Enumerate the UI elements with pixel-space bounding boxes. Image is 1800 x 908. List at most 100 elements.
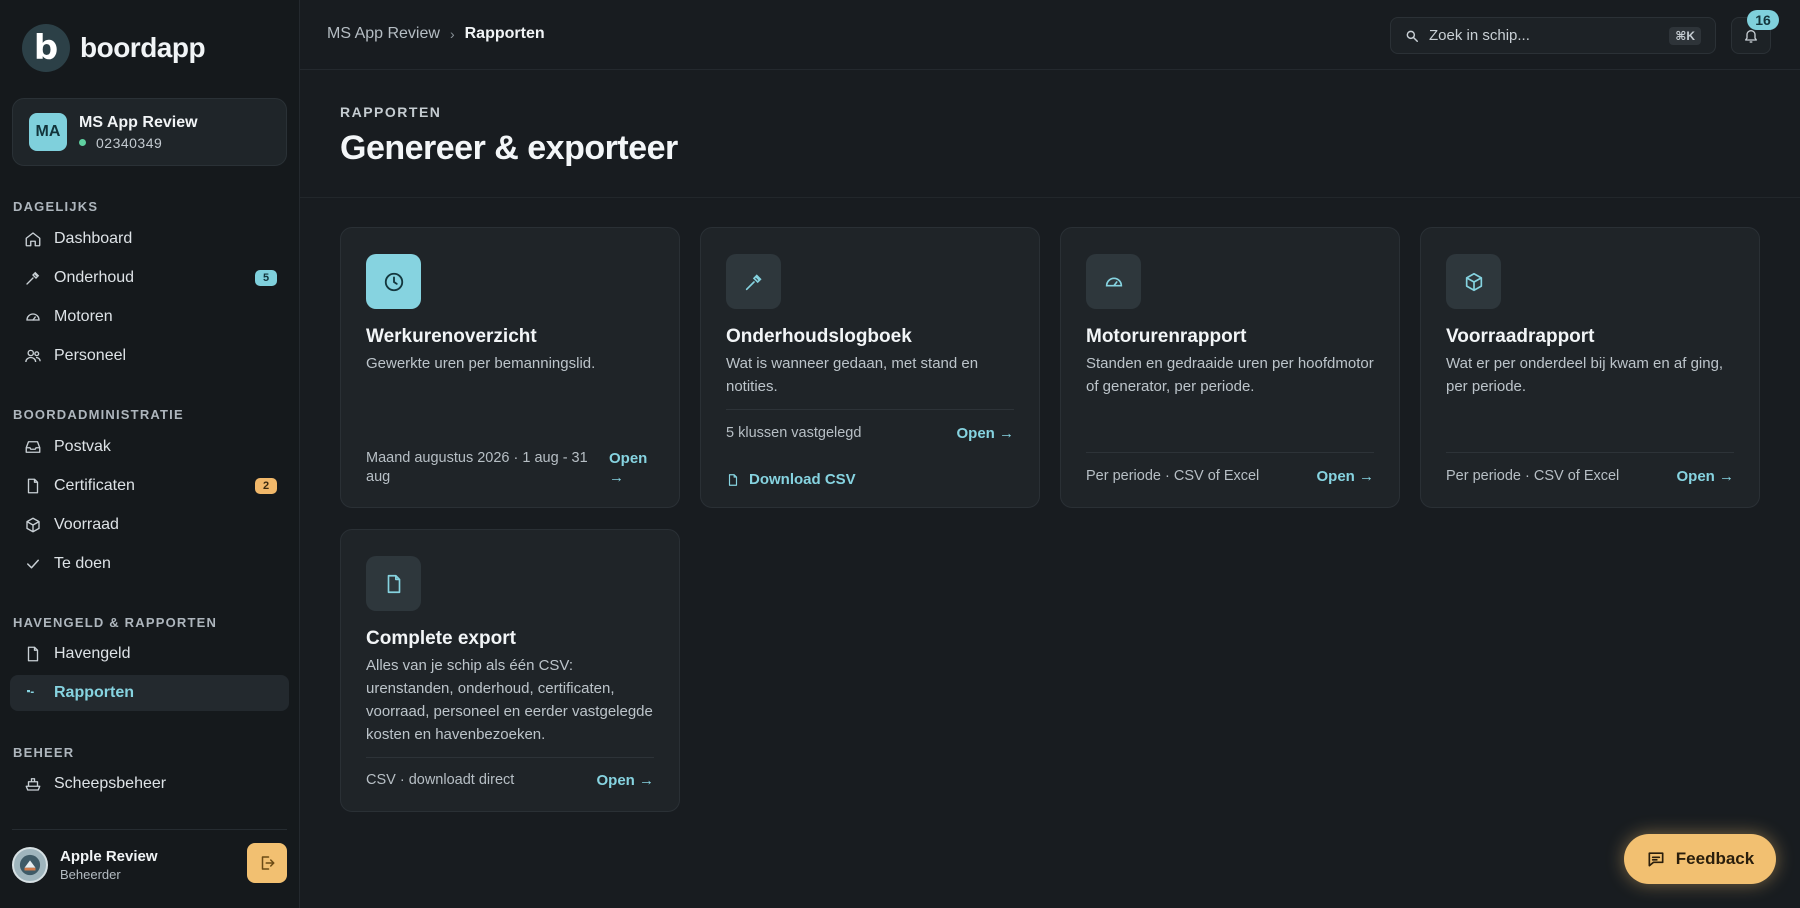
file-icon [27,646,39,662]
logo-mark-icon: b [22,24,70,72]
users-icon [25,349,41,363]
card-divider [1446,452,1734,453]
card-meta: Per periode · CSV of Excel [1086,468,1260,484]
download-csv-button[interactable]: Download CSV [726,471,856,488]
logout-button[interactable] [247,843,287,883]
vessel-avatar: MA [29,113,67,151]
vessel-switcher[interactable]: MA MS App Review 02340349 [12,98,287,166]
report-card-motoruren[interactable]: Motorurenrapport Standen en gedraaide ur… [1060,227,1400,508]
breadcrumb-vessel[interactable]: MS App Review [327,25,440,43]
sidebar-item-rapporten[interactable]: Rapporten [10,675,289,711]
chat-icon [1648,852,1664,867]
download-label: Download CSV [749,471,856,488]
card-divider [366,757,654,758]
user-profile: Apple Review Beheerder [12,843,287,887]
card-meta: Per periode · CSV of Excel [1446,468,1620,484]
feedback-label: Feedback [1675,849,1755,868]
open-link[interactable]: Open → [956,424,1014,443]
status-dot [79,139,86,146]
count-badge: 5 [255,270,277,286]
report-card-voorraad[interactable]: Voorraadrapport Wat er per onderdeel bij… [1420,227,1760,508]
vessel-name: MS App Review [79,113,198,131]
card-title: Voorraadrapport [1446,326,1595,347]
home-icon [25,232,41,247]
open-link[interactable]: Open → [1676,467,1734,486]
card-icon [366,556,421,611]
sidebar-item-label: Personeel [54,347,127,364]
breadcrumb: MS App Review › Rapporten [327,25,545,43]
card-description: Alles van je schip als één CSV: urenstan… [366,657,653,743]
card-title: Onderhoudslogboek [726,326,912,347]
breadcrumb-current: Rapporten [464,25,545,42]
sidebar-divider [12,829,287,830]
card-description: Standen en gedraaide uren per hoofdmotor… [1086,355,1374,395]
sidebar-item-label: Voorraad [54,516,119,533]
search-icon [1406,30,1418,42]
report-card-complete-export[interactable]: Complete export Alles van je schip als é… [340,529,680,812]
section-label-dagelijks: DAGELIJKS [13,199,99,214]
chart-icon [27,690,34,693]
app-logo[interactable]: b boordapp [22,24,206,72]
report-card-werkuren[interactable]: Werkurenoverzicht Gewerkte uren per bema… [340,227,680,508]
card-divider [726,409,1014,410]
check-icon [27,559,39,569]
sidebar-item-voorraad[interactable]: Voorraad [10,507,289,543]
card-description: Gewerkte uren per bemanningslid. [366,355,596,372]
card-description: Wat er per onderdeel bij kwam en af ging… [1446,355,1724,395]
card-icon [1086,254,1141,309]
sidebar: b boordapp MA MS App Review 02340349 DAG… [0,0,300,908]
sidebar-item-te-doen[interactable]: Te doen [10,546,289,582]
gauge-icon [26,313,40,321]
section-label-boordadministratie: BOORDADMINISTRATIE [13,407,184,422]
sidebar-item-postvak[interactable]: Postvak [10,429,289,465]
file-icon [387,574,400,593]
sidebar-item-onderhoud[interactable]: Onderhoud 5 [10,260,289,296]
sidebar-item-label: Te doen [54,555,111,572]
count-badge: 2 [255,478,277,494]
page-kicker: RAPPORTEN [340,104,442,120]
open-link[interactable]: Open → [1316,467,1374,486]
sidebar-item-label: Rapporten [54,684,134,701]
user-role: Beheerder [60,867,121,882]
sidebar-item-motoren[interactable]: Motoren [10,299,289,335]
sidebar-item-scheepsbeheer[interactable]: Scheepsbeheer [10,766,289,802]
search-input[interactable] [1429,27,1649,44]
card-icon [726,254,781,309]
sidebar-item-havengeld[interactable]: Havengeld [10,636,289,672]
sidebar-item-certificaten[interactable]: Certificaten 2 [10,468,289,504]
card-title: Complete export [366,628,516,649]
notification-badge: 16 [1747,10,1779,30]
section-label-havengeld-rapporten: HAVENGELD & RAPPORTEN [13,615,218,630]
inbox-icon [25,441,41,453]
box-icon [1465,272,1482,291]
file-icon [27,478,39,494]
report-card-onderhoudslogboek[interactable]: Onderhoudslogboek Wat is wanneer gedaan,… [700,227,1040,508]
feedback-button[interactable]: Feedback [1624,834,1776,884]
card-description: Wat is wanneer gedaan, met stand en noti… [726,355,979,395]
open-link[interactable]: Open → [596,771,654,790]
user-avatar-icon [19,854,41,876]
sidebar-item-label: Onderhoud [54,269,135,286]
sidebar-item-label: Postvak [54,438,111,455]
search-box[interactable]: ⌘K [1390,17,1716,54]
sidebar-item-personeel[interactable]: Personeel [10,338,289,374]
vessel-id: 02340349 [96,134,163,151]
avatar[interactable] [12,847,48,883]
page-header: RAPPORTEN Genereer & exporteer [300,70,1800,198]
open-link[interactable]: Open → [609,449,654,487]
sidebar-item-label: Scheepsbeheer [54,775,167,792]
card-meta: CSV · downloadt direct [366,772,515,788]
card-title: Motorurenrapport [1086,326,1247,347]
section-label-beheer: BEHEER [13,745,75,760]
sidebar-item-label: Certificaten [54,477,135,494]
chevron-right-icon: › [449,26,455,42]
box-icon [26,517,40,533]
card-divider [1086,452,1374,453]
card-icon [366,254,421,309]
sidebar-item-label: Dashboard [54,230,133,247]
file-icon [728,473,738,486]
sidebar-item-dashboard[interactable]: Dashboard [10,221,289,257]
app-name: boordapp [80,32,206,63]
card-meta: 5 klussen vastgelegd [726,425,862,441]
gauge-icon [1105,277,1122,286]
